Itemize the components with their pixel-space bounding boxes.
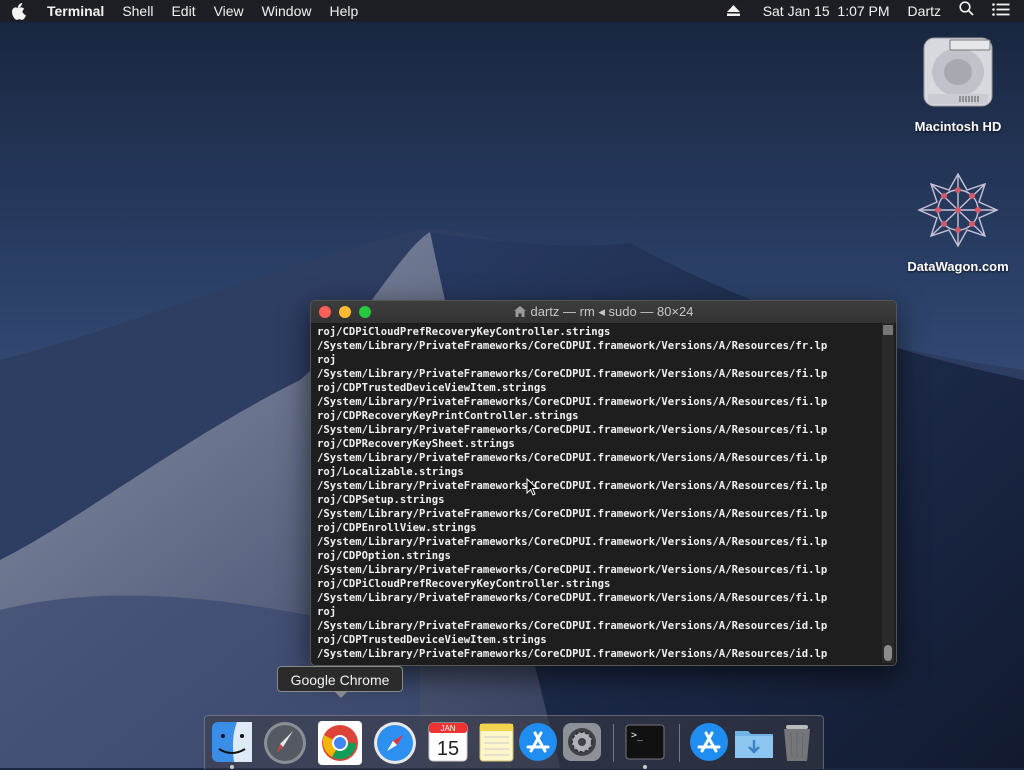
split-pane-icon[interactable] — [883, 325, 893, 335]
hard-drive-icon — [923, 37, 993, 107]
terminal-window[interactable]: dartz — rm ◂ sudo — 80×24 roj/CDPiCloudP… — [310, 300, 897, 666]
dock-tooltip: Google Chrome — [277, 666, 403, 698]
menu-shell[interactable]: Shell — [113, 0, 162, 22]
terminal-line: roj/CDPSetup.strings — [317, 494, 445, 506]
spotlight-search-icon[interactable] — [950, 0, 983, 22]
terminal-line: /System/Library/PrivateFrameworks/CoreCD… — [317, 648, 828, 660]
terminal-titlebar[interactable]: dartz — rm ◂ sudo — 80×24 — [311, 301, 896, 324]
launchpad-icon[interactable] — [263, 721, 306, 764]
terminal-line: roj/CDPRecoveryKeyPrintController.string… — [317, 410, 579, 422]
eject-icon[interactable] — [726, 0, 754, 22]
scrollbar-thumb[interactable] — [884, 645, 892, 661]
terminal-icon[interactable]: >_ — [624, 721, 666, 769]
trash-icon[interactable] — [777, 721, 819, 763]
menu-edit[interactable]: Edit — [162, 0, 204, 22]
terminal-line: roj/CDPEnrollView.strings — [317, 522, 477, 534]
terminal-line: /System/Library/PrivateFrameworks/CoreCD… — [317, 368, 828, 380]
calendar-day: 15 — [437, 738, 459, 760]
terminal-line: roj/CDPiCloudPrefRecoveryKeyController.s… — [317, 326, 611, 338]
terminal-line: roj/Localizable.strings — [317, 466, 464, 478]
terminal-line: roj/CDPRecoveryKeySheet.strings — [317, 438, 515, 450]
menu-window[interactable]: Window — [253, 0, 321, 22]
terminal-line: /System/Library/PrivateFrameworks/CoreCD… — [317, 424, 828, 436]
terminal-line: /System/Library/PrivateFrameworks/CoreCD… — [317, 564, 828, 576]
notification-center-icon[interactable] — [983, 0, 1024, 22]
menu-bar: Terminal Shell Edit View Window Help Sat… — [0, 0, 1024, 22]
dock-separator — [679, 724, 680, 762]
terminal-line: /System/Library/PrivateFrameworks/CoreCD… — [317, 480, 828, 492]
dock: JAN 15 >_ — [204, 715, 824, 769]
calendar-month: JAN — [440, 724, 455, 733]
window-title: dartz — rm ◂ sudo — 80×24 — [311, 301, 896, 324]
desktop-icon-label: Macintosh HD — [914, 119, 1002, 134]
menu-clock[interactable]: Sat Jan 15 1:07 PM — [754, 0, 899, 22]
terminal-line: roj/CDPiCloudPrefRecoveryKeyController.s… — [317, 578, 611, 590]
app-store-downloads-icon[interactable] — [688, 721, 730, 763]
app-store-icon[interactable] — [517, 721, 559, 763]
downloads-folder-icon[interactable] — [733, 721, 775, 763]
desktop-icon-macintosh-hd[interactable]: Macintosh HD — [903, 34, 1013, 134]
terminal-line: /System/Library/PrivateFrameworks/CoreCD… — [317, 536, 828, 548]
home-folder-icon — [513, 302, 526, 324]
finder-icon[interactable] — [211, 721, 253, 769]
system-preferences-icon[interactable] — [561, 721, 603, 763]
datawagon-logo-icon — [917, 172, 999, 248]
terminal-line: /System/Library/PrivateFrameworks/CoreCD… — [317, 340, 828, 352]
terminal-prompt: >_ — [631, 730, 644, 741]
notes-icon[interactable] — [477, 721, 519, 763]
terminal-line: /System/Library/PrivateFrameworks/CoreCD… — [317, 592, 828, 604]
terminal-line: /System/Library/PrivateFrameworks/CoreCD… — [317, 452, 828, 464]
terminal-line: roj — [317, 354, 337, 366]
menu-user[interactable]: Dartz — [899, 0, 950, 22]
dock-separator — [613, 724, 614, 762]
terminal-line: roj/CDPOption.strings — [317, 550, 451, 562]
terminal-line: /System/Library/PrivateFrameworks/CoreCD… — [317, 620, 828, 632]
terminal-output[interactable]: roj/CDPiCloudPrefRecoveryKeyController.s… — [317, 325, 878, 663]
desktop-icon-label: DataWagon.com — [907, 259, 1009, 274]
menu-help[interactable]: Help — [320, 0, 367, 22]
terminal-line: roj/CDPTrustedDeviceViewItem.strings — [317, 634, 547, 646]
mouse-cursor-icon — [526, 478, 538, 496]
terminal-line: roj/CDPTrustedDeviceViewItem.strings — [317, 382, 547, 394]
calendar-icon[interactable]: JAN 15 — [427, 721, 469, 763]
apple-menu-icon[interactable] — [0, 2, 38, 20]
menu-view[interactable]: View — [205, 0, 253, 22]
terminal-scrollbar[interactable] — [882, 323, 894, 663]
desktop-icon-datawagon[interactable]: DataWagon.com — [903, 170, 1013, 274]
window-title-text: dartz — rm ◂ sudo — 80×24 — [530, 304, 694, 319]
terminal-line: roj — [317, 606, 337, 618]
safari-icon[interactable] — [373, 721, 416, 764]
terminal-line: /System/Library/PrivateFrameworks/CoreCD… — [317, 508, 828, 520]
terminal-line: /System/Library/PrivateFrameworks/CoreCD… — [317, 396, 828, 408]
menu-app-name[interactable]: Terminal — [38, 0, 113, 22]
chrome-icon[interactable] — [318, 721, 362, 765]
